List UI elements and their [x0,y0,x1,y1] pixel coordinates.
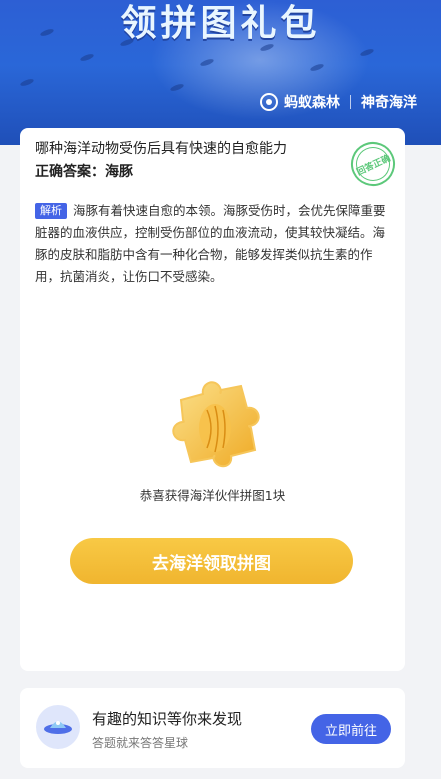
planet-ufo-icon [36,705,80,749]
fish-shape [79,52,95,63]
explain-text: 海豚有着快速自愈的本领。海豚受伤时，会优先保障重要脏器的血液供应，控制受伤部位的… [35,203,386,284]
stamp-label: 回答正确 [355,153,393,178]
brand-divider [350,95,351,109]
question-title: 哪种海洋动物受伤后具有快速的自愈能力 [35,141,287,157]
banner-title: 领拼图礼包 [120,3,321,44]
brand-magic-ocean: 神奇海洋 [361,95,417,111]
reward-message: 恭喜获得海洋伙伴拼图1块 [139,488,286,503]
go-now-button[interactable]: 立即前往 [311,714,391,744]
brand-bar: 蚂蚁森林 神奇海洋 [260,92,417,112]
explanation: 解析 海豚有着快速自愈的本领。海豚受伤时，会优先保障重要脏器的血液供应，控制受伤部… [35,200,387,288]
fish-shape [19,77,35,88]
answer-card: 哪种海洋动物受伤后具有快速的自愈能力 正确答案：海豚 回答正确 解析 海豚有着快速… [20,128,405,671]
correct-answer: 正确答案：海豚 [35,164,133,180]
header-banner: 领拼图礼包 蚂蚁森林 神奇海洋 [0,0,441,145]
puzzle-piece-icon [172,381,260,468]
brand-ant-forest: 蚂蚁森林 [284,95,340,111]
promo-card[interactable]: 有趣的知识等你来发现 答题就来答答星球 立即前往 [20,688,405,768]
explain-tag: 解析 [35,203,67,219]
promo-title: 有趣的知识等你来发现 [92,710,243,728]
correct-stamp: 回答正确 [343,134,403,194]
claim-puzzle-button[interactable]: 去海洋领取拼图 [70,538,353,584]
ant-forest-icon [260,93,278,111]
promo-subtitle: 答题就来答答星球 [92,736,189,750]
